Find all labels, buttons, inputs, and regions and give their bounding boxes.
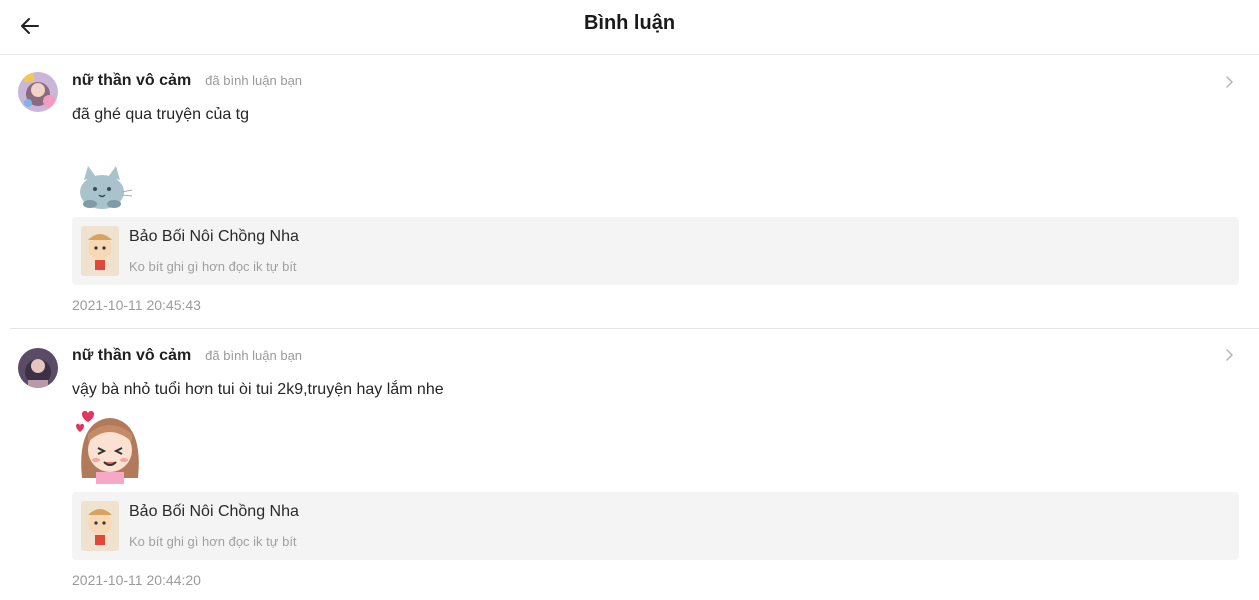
story-title: Bảo Bối Nôi Chồng Nha	[129, 503, 299, 520]
comment-header: nữ thần vô cảm đã bình luận bạn	[72, 72, 302, 90]
girl-hearts-sticker	[76, 411, 139, 484]
username[interactable]: nữ thần vô cảm	[72, 347, 191, 365]
username[interactable]: nữ thần vô cảm	[72, 72, 191, 90]
comment-text: đã ghé qua truyện của tg	[72, 106, 250, 123]
comment-item[interactable]: nữ thần vô cảm đã bình luận bạn đã ghé q…	[0, 56, 1259, 328]
cat-sticker	[80, 166, 133, 209]
story-description: Ko bít ghi gì hơn đọc ik tự bít	[129, 534, 297, 549]
comment-timestamp: 2021-10-11 20:45:43	[72, 297, 201, 313]
story-cover	[81, 226, 119, 276]
comment-header: nữ thần vô cảm đã bình luận bạn	[72, 347, 302, 365]
story-cover	[81, 501, 119, 551]
comment-item[interactable]: nữ thần vô cảm đã bình luận bạn vậy bà n…	[0, 330, 1259, 600]
action-text: đã bình luận bạn	[205, 73, 303, 88]
story-description: Ko bít ghi gì hơn đọc ik tự bít	[129, 259, 297, 274]
avatar[interactable]	[18, 348, 58, 388]
story-card[interactable]: Bảo Bối Nôi Chồng Nha Ko bít ghi gì hơn …	[72, 492, 1239, 560]
page-title: Bình luận	[583, 12, 676, 34]
chevron-right-icon[interactable]	[1221, 74, 1237, 90]
action-text: đã bình luận bạn	[205, 348, 303, 363]
story-card[interactable]: Bảo Bối Nôi Chồng Nha Ko bít ghi gì hơn …	[72, 217, 1239, 285]
avatar[interactable]	[18, 72, 58, 112]
comment-text: vậy bà nhỏ tuổi hơn tui òi tui 2k9,truyệ…	[72, 381, 444, 398]
chevron-right-icon[interactable]	[1221, 347, 1237, 363]
story-title: Bảo Bối Nôi Chồng Nha	[129, 228, 299, 245]
divider	[10, 328, 1259, 329]
top-bar: Bình luận	[0, 0, 1259, 55]
comment-timestamp: 2021-10-11 20:44:20	[72, 572, 201, 588]
